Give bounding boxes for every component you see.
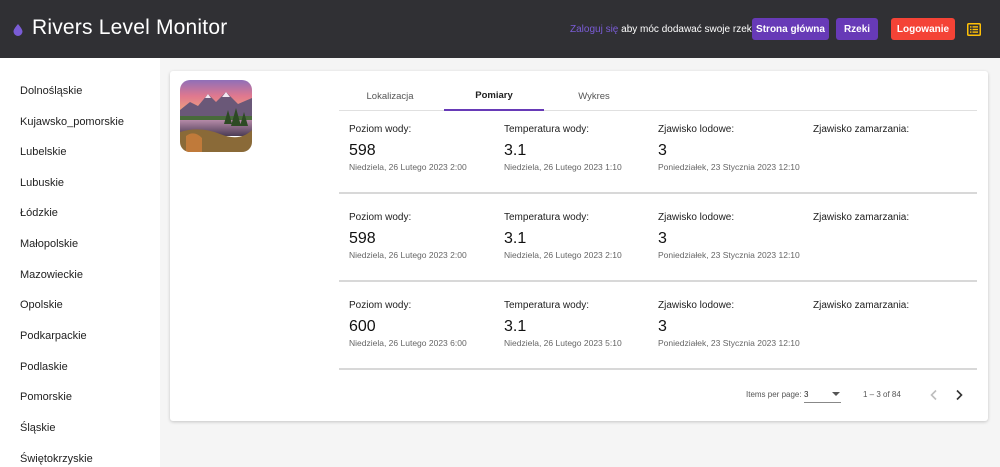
app-title: Rivers Level Monitor	[32, 16, 228, 39]
ice-label: Zjawisko lodowe:	[658, 300, 735, 311]
ice-date: Poniedziałek, 23 Stycznia 2023 12:10	[658, 338, 800, 348]
water-level-value: 598	[349, 230, 376, 247]
water-level-date: Niedziela, 26 Lutego 2023 6:00	[349, 338, 467, 348]
water-level-date: Niedziela, 26 Lutego 2023 2:00	[349, 162, 467, 172]
sidebar-item-mazowieckie[interactable]: Mazowieckie	[20, 269, 83, 281]
page-size-value: 3	[804, 390, 809, 399]
page-size-select[interactable]: 3	[804, 386, 841, 403]
sidebar-item-podkarpackie[interactable]: Podkarpackie	[20, 330, 87, 342]
ice-label: Zjawisko lodowe:	[658, 212, 735, 223]
sidebar-item-slaskie[interactable]: Śląskie	[20, 422, 55, 434]
measurement-row: Poziom wody: 600 Niedziela, 26 Lutego 20…	[339, 288, 977, 370]
freeze-label: Zjawisko zamarzania:	[813, 212, 910, 223]
sidebar-item-opolskie[interactable]: Opolskie	[20, 299, 63, 311]
details-tabs: Lokalizacja Pomiary Wykres	[339, 81, 977, 111]
sidebar-item-swietokrzyskie[interactable]: Świętokrzyskie	[20, 453, 93, 465]
river-image	[180, 80, 252, 152]
measurement-row: Poziom wody: 598 Niedziela, 26 Lutego 20…	[339, 200, 977, 282]
sidebar-item-kujawsko-pomorskie[interactable]: Kujawsko_pomorskie	[20, 116, 124, 128]
ice-value: 3	[658, 142, 667, 159]
water-level-label: Poziom wody:	[349, 300, 412, 311]
voivodeship-sidebar: Dolnośląskie Kujawsko_pomorskie Lubelski…	[0, 58, 160, 467]
items-per-page-label: Items per page:	[746, 390, 802, 399]
water-level-label: Poziom wody:	[349, 212, 412, 223]
chevron-right-icon[interactable]	[952, 388, 966, 402]
ice-value: 3	[658, 230, 667, 247]
paginator: Items per page: 3 1 – 3 of 84	[339, 380, 977, 410]
water-temp-value: 3.1	[504, 318, 527, 335]
top-app-bar: Rivers Level Monitor Zaloguj się aby móc…	[0, 0, 1000, 58]
water-level-label: Poziom wody:	[349, 124, 412, 135]
home-button[interactable]: Strona główna	[752, 18, 829, 40]
water-temp-date: Niedziela, 26 Lutego 2023 5:10	[504, 338, 622, 348]
water-temp-label: Temperatura wody:	[504, 124, 590, 135]
water-temp-value: 3.1	[504, 230, 527, 247]
water-level-date: Niedziela, 26 Lutego 2023 2:00	[349, 250, 467, 260]
sidebar-item-malopolskie[interactable]: Małopolskie	[20, 238, 78, 250]
water-temp-label: Temperatura wody:	[504, 212, 590, 223]
list-menu-icon[interactable]	[967, 23, 981, 36]
sidebar-item-pomorskie[interactable]: Pomorskie	[20, 391, 72, 403]
sidebar-item-podlaskie[interactable]: Podlaskie	[20, 361, 68, 373]
ice-date: Poniedziałek, 23 Stycznia 2023 12:10	[658, 162, 800, 172]
water-temp-date: Niedziela, 26 Lutego 2023 1:10	[504, 162, 622, 172]
freeze-label: Zjawisko zamarzania:	[813, 300, 910, 311]
sidebar-item-lubelskie[interactable]: Lubelskie	[20, 146, 66, 158]
dropdown-caret-icon	[832, 392, 840, 396]
sidebar-item-dolnoslaskie[interactable]: Dolnośląskie	[20, 85, 82, 97]
login-button[interactable]: Logowanie	[891, 18, 955, 40]
rivers-button[interactable]: Rzeki	[836, 18, 878, 40]
login-hint: Zaloguj się aby móc dodawać swoje rzeki	[570, 24, 754, 35]
sidebar-item-lubuskie[interactable]: Lubuskie	[20, 177, 64, 189]
water-level-value: 598	[349, 142, 376, 159]
chevron-left-icon[interactable]	[927, 388, 941, 402]
ice-label: Zjawisko lodowe:	[658, 124, 735, 135]
ice-value: 3	[658, 318, 667, 335]
water-temp-date: Niedziela, 26 Lutego 2023 2:10	[504, 250, 622, 260]
ice-date: Poniedziałek, 23 Stycznia 2023 12:10	[658, 250, 800, 260]
login-hint-text: aby móc dodawać swoje rzeki	[618, 24, 754, 35]
sidebar-item-lodzkie[interactable]: Łódzkie	[20, 207, 58, 219]
water-temp-value: 3.1	[504, 142, 527, 159]
measurement-row: Poziom wody: 598 Niedziela, 26 Lutego 20…	[339, 112, 977, 194]
tab-lokalizacja[interactable]: Lokalizacja	[340, 81, 440, 111]
page-range-label: 1 – 3 of 84	[863, 390, 901, 399]
freeze-label: Zjawisko zamarzania:	[813, 124, 910, 135]
water-drop-icon	[13, 24, 23, 36]
login-link[interactable]: Zaloguj się	[570, 24, 618, 35]
tab-pomiary[interactable]: Pomiary	[444, 81, 544, 111]
tab-wykres[interactable]: Wykres	[544, 81, 644, 111]
water-level-value: 600	[349, 318, 376, 335]
water-temp-label: Temperatura wody:	[504, 300, 590, 311]
